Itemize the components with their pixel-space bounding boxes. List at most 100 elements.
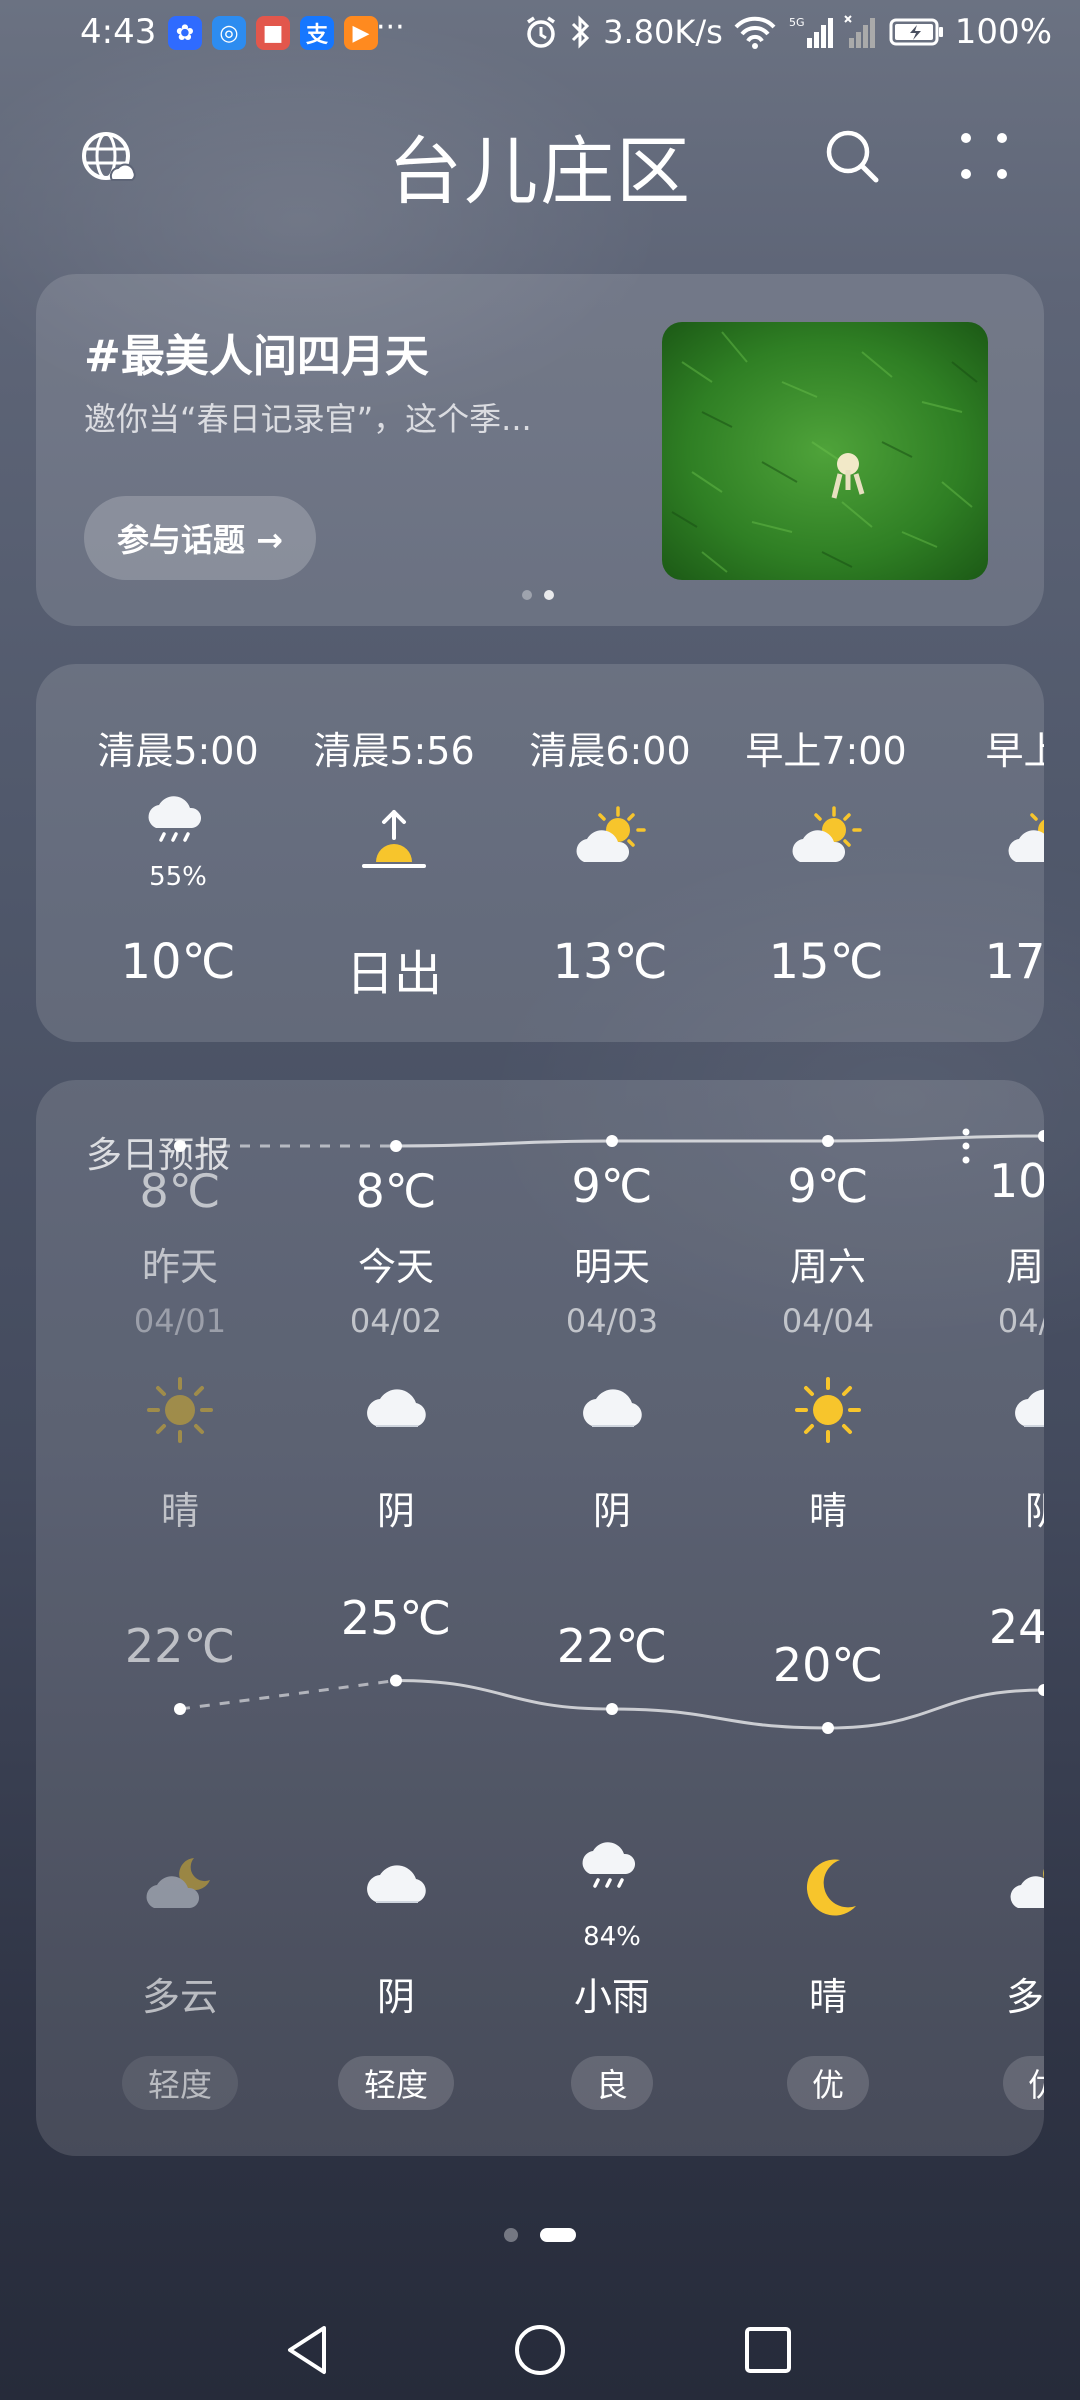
low-temp-point xyxy=(174,1140,186,1152)
promo-card[interactable]: #最美人间四月天 邀你当“春日记录官”，这个季... 参与话题 → xyxy=(36,274,1044,626)
day-condition: 晴 xyxy=(160,1489,199,1533)
high-temp-point xyxy=(390,1674,402,1687)
join-topic-button[interactable]: 参与话题 → xyxy=(84,496,316,580)
battery-icon xyxy=(889,18,943,46)
low-temp-line xyxy=(395,1134,1044,1148)
low-temp-point xyxy=(390,1140,402,1152)
signal-sim2-icon xyxy=(844,15,875,48)
day-date: 04/04 xyxy=(781,1302,875,1340)
night-condition: 多云 xyxy=(1005,1975,1044,2019)
low-temp: 8℃ xyxy=(355,1164,437,1218)
aqi-badge[interactable]: 轻度 xyxy=(338,2056,454,2110)
cloud-icon xyxy=(1015,1389,1044,1427)
back-icon[interactable] xyxy=(278,2320,338,2380)
low-temp-point xyxy=(1038,1130,1044,1142)
cloud-icon xyxy=(367,1865,426,1903)
hourly-temp: 17℃ xyxy=(984,934,1045,990)
high-temp-point xyxy=(822,1722,834,1734)
notification-icons: ✿ ◎ ■ 支 ▶ xyxy=(168,16,378,50)
home-icon[interactable] xyxy=(510,2320,570,2380)
high-temp: 22℃ xyxy=(124,1619,236,1673)
video-app-icon: ▶ xyxy=(344,16,378,50)
day-condition: 阴 xyxy=(376,1489,415,1533)
cloudy-night-icon xyxy=(146,1858,210,1908)
hourly-temp: 15℃ xyxy=(768,934,884,990)
daily-forecast-card[interactable]: 多日预报 昨天 04/01 晴 22℃ 8℃ 多云 轻度 今天 04/02 阴 25℃ 8℃ 阴轻度 明天… xyxy=(36,1080,1044,2156)
wifi-icon xyxy=(734,16,776,49)
alipay-app-icon: 支 xyxy=(300,16,334,50)
high-temp: 22℃ xyxy=(556,1619,668,1673)
hourly-temp: 10℃ xyxy=(120,934,236,990)
moon-icon xyxy=(806,1859,856,1916)
day-label: 周六 xyxy=(789,1245,866,1289)
day-label: 今天 xyxy=(357,1245,434,1289)
night-condition: 晴 xyxy=(808,1975,847,2019)
hourly-precip-chance: 55% xyxy=(149,862,207,892)
svg-text:5G: 5G xyxy=(789,16,805,29)
navigation-bar xyxy=(0,2300,1080,2400)
hourly-forecast-card[interactable]: 清晨5:00 55% 10℃ 清晨5:56 日出 清晨6:00 13℃ 早上7:00 15℃ 早上… xyxy=(36,664,1044,1042)
night-precip-chance: 84% xyxy=(583,1922,641,1952)
hourly-time: 清晨5:56 xyxy=(313,729,475,773)
low-temp: 8℃ xyxy=(139,1164,221,1218)
day-label: 昨天 xyxy=(141,1245,218,1289)
cloud-rain-icon xyxy=(582,1842,636,1888)
high-temp: 20℃ xyxy=(772,1638,884,1692)
night-condition: 多云 xyxy=(141,1975,218,2019)
hourly-time: 清晨6:00 xyxy=(529,729,691,773)
low-temp-point xyxy=(822,1135,834,1147)
promo-dot xyxy=(522,590,532,600)
high-temp: 25℃ xyxy=(340,1590,452,1645)
more-dots-icon[interactable] xyxy=(958,130,1010,182)
day-date: 04/01 xyxy=(133,1302,227,1340)
high-temp-line-past xyxy=(179,1679,397,1711)
sun-icon xyxy=(795,1377,861,1443)
day-label: 周日 xyxy=(1005,1245,1044,1289)
night-condition: 小雨 xyxy=(573,1975,650,2019)
page-indicator xyxy=(0,2228,1080,2242)
partly-cloudy-day-icon xyxy=(576,806,646,862)
network-speed: 3.80K/s xyxy=(603,13,723,51)
system-status: 3.80K/s 5G 100% xyxy=(523,12,1052,52)
day-date: 04/03 xyxy=(565,1302,659,1340)
aqi-badge[interactable]: 优 xyxy=(787,2056,869,2110)
hourly-time: 清晨5:00 xyxy=(97,729,259,773)
high-temp-point xyxy=(174,1703,186,1715)
status-bar: 4:43 ✿ ◎ ■ 支 ▶ ··· 3.80K/s 5G 100% xyxy=(0,0,1080,72)
bluetooth-icon xyxy=(572,15,590,49)
low-temp: 9℃ xyxy=(787,1159,869,1213)
cloud-rain-icon xyxy=(148,796,202,842)
promo-page-indicator xyxy=(522,590,554,600)
sun-icon xyxy=(147,1377,213,1443)
cloud-icon xyxy=(367,1389,426,1427)
partly-cloudy-day-icon xyxy=(1008,813,1044,862)
hourly-temp: 日出 xyxy=(345,946,442,1002)
partly-cloudy-day-icon xyxy=(792,806,862,862)
recents-icon[interactable] xyxy=(738,2320,798,2380)
day-date: 04/05 xyxy=(997,1302,1044,1340)
hourly-time: 早上8: xyxy=(985,729,1045,773)
high-temp-point xyxy=(606,1703,618,1715)
cloud-icon xyxy=(583,1389,642,1427)
aqi-badge[interactable]: 轻度 xyxy=(122,2056,238,2110)
alarm-icon xyxy=(527,16,556,48)
low-temp: 9℃ xyxy=(571,1159,653,1213)
grass-field-photo[interactable] xyxy=(662,322,988,580)
promo-subtitle: 邀你当“春日记录官”，这个季... xyxy=(84,400,532,438)
promo-title: #最美人间四月天 xyxy=(84,331,429,382)
day-condition: 阴 xyxy=(1024,1489,1044,1533)
red-app-icon: ■ xyxy=(256,16,290,50)
signal-5g-icon: 5G xyxy=(789,16,833,48)
aqi-badge[interactable]: 良 xyxy=(571,2056,653,2110)
day-date: 04/02 xyxy=(349,1302,443,1340)
day-label: 明天 xyxy=(573,1245,650,1289)
day-condition: 晴 xyxy=(808,1489,847,1533)
baidu-app-icon: ✿ xyxy=(168,16,202,50)
promo-dot-active xyxy=(544,590,554,600)
city-title[interactable]: 台儿庄区 xyxy=(0,112,1080,219)
status-time: 4:43 xyxy=(80,12,157,52)
page-dot xyxy=(504,2228,518,2242)
low-temp: 10℃ xyxy=(988,1154,1044,1208)
header: 台儿庄区 xyxy=(0,100,1080,220)
search-icon[interactable] xyxy=(822,126,882,186)
